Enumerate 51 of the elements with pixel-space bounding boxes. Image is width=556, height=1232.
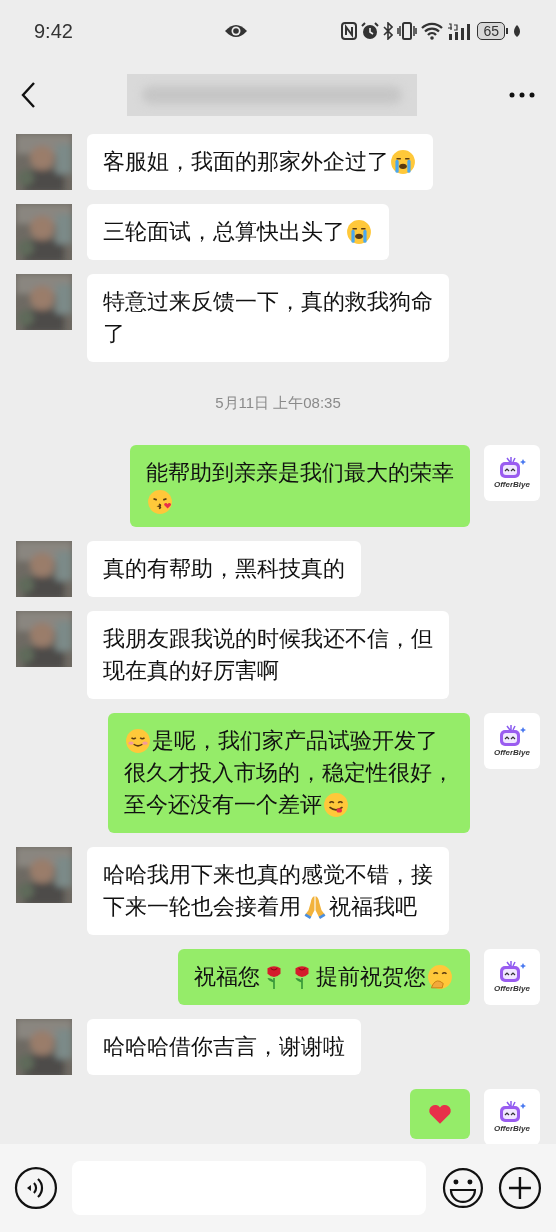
leaf-icon [512, 24, 522, 38]
giggle-face-icon [427, 963, 453, 990]
add-icon[interactable] [498, 1166, 542, 1210]
message-text: 客服姐，我面的那家外企过了 [103, 148, 389, 176]
tv-mascot-icon [497, 959, 527, 984]
avatar[interactable]: OfferBiye [484, 948, 540, 1005]
vibrate-icon [397, 22, 418, 40]
logo-text: OfferBiye [494, 1123, 530, 1134]
logo-text: OfferBiye [494, 983, 530, 994]
crying-face-icon [390, 149, 416, 175]
logo-text: OfferBiye [494, 747, 530, 758]
bluetooth-icon [383, 22, 394, 40]
message-text: 特意过来反馈一下，真的救我狗命 [103, 288, 433, 316]
emoji-icon[interactable] [442, 1167, 485, 1209]
message-text: 哈哈哈借你吉言，谢谢啦 [103, 1032, 345, 1061]
more-icon[interactable] [508, 91, 536, 99]
nfc-icon [341, 22, 358, 40]
message-text: 三轮面试，总算快出头了 [103, 218, 345, 246]
tv-mascot-icon [497, 455, 527, 480]
tv-mascot-icon [497, 723, 527, 748]
wifi-icon [421, 22, 444, 40]
message-text: 提前祝贺您 [316, 962, 426, 991]
praying-hands-icon [302, 893, 328, 920]
message-text: 祝福我吧 [329, 892, 417, 921]
logo-text: OfferBiye [494, 479, 530, 490]
eye-icon [224, 23, 248, 39]
timestamp: 5月11日 上午08:35 [215, 393, 341, 413]
message-text: 我朋友跟我说的时候我还不信，但 [103, 624, 433, 653]
message-text: 了 [103, 320, 125, 348]
message-text: 下来一轮也会接着用 [103, 892, 301, 921]
message-text: 是呢，我们家产品试验开发了 [152, 726, 438, 755]
back-icon[interactable] [20, 81, 36, 109]
tv-mascot-icon [497, 1099, 527, 1124]
message-text: 现在真的好厉害啊 [103, 656, 279, 685]
yum-face-icon [323, 791, 349, 818]
message-text: 真的有帮助，黑科技真的 [103, 554, 345, 583]
voice-icon[interactable] [14, 1166, 58, 1210]
message-text: 至今还没有一个差评 [124, 790, 322, 819]
message-text: 很久才投入市场的，稳定性很好， [124, 758, 454, 787]
avatar[interactable]: OfferBiye [484, 712, 540, 769]
kissing-face-icon [147, 488, 173, 515]
alarm-icon [361, 22, 380, 40]
crying-face-icon [346, 219, 372, 245]
smiling-face-icon [125, 727, 151, 754]
message-text: 能帮助到亲亲是我们最大的荣幸 [146, 458, 454, 487]
message-text: 祝福您 [194, 962, 260, 991]
message-text: 哈哈我用下来也真的感觉不错，接 [103, 860, 433, 889]
status-time: 9:42 [34, 19, 74, 44]
avatar[interactable]: OfferBiye [484, 1088, 540, 1144]
avatar[interactable]: OfferBiye [484, 444, 540, 501]
battery-indicator: 65 [477, 22, 508, 40]
